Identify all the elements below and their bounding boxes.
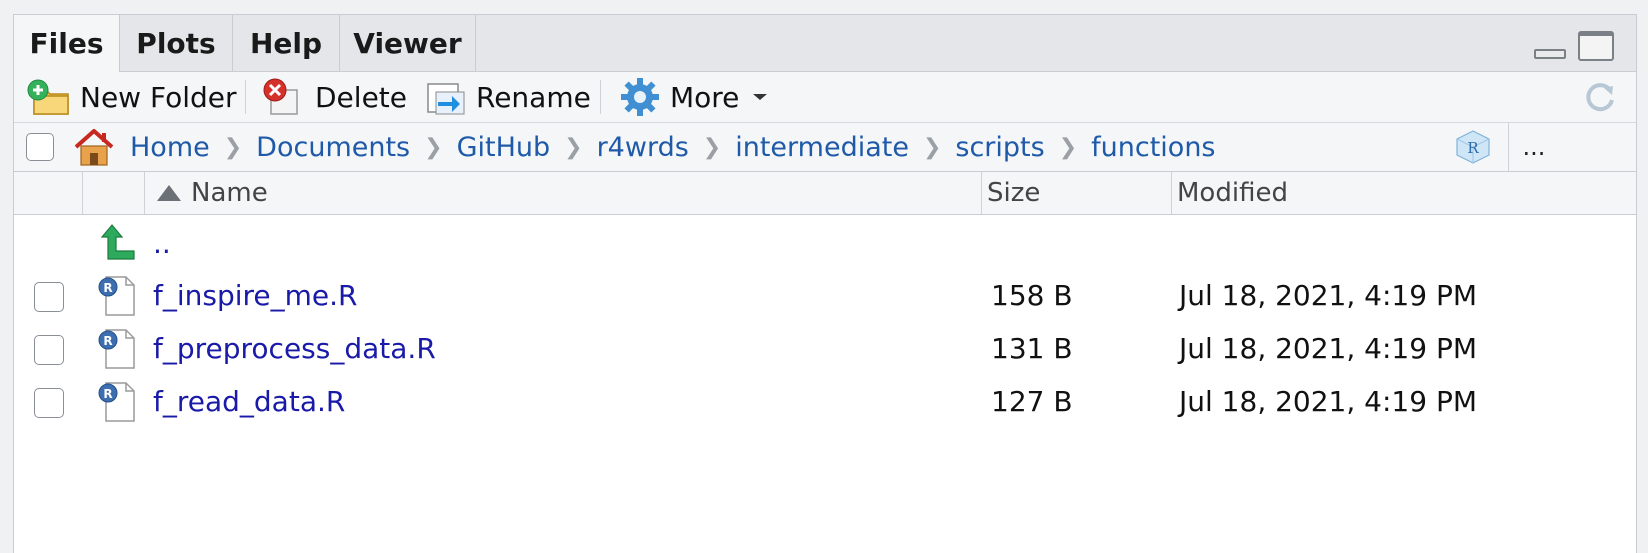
file-modified: Jul 18, 2021, 4:19 PM xyxy=(1179,385,1477,418)
chevron-right-icon: ❯ xyxy=(922,134,942,160)
tab-files[interactable]: Files xyxy=(14,15,120,72)
column-header-size[interactable]: Size xyxy=(987,172,1040,214)
column-header-name-label: Name xyxy=(191,178,268,208)
column-divider xyxy=(144,172,145,214)
maximize-pane-icon[interactable] xyxy=(1578,31,1614,61)
chevron-right-icon: ❯ xyxy=(1058,134,1078,160)
tab-plots[interactable]: Plots xyxy=(120,15,233,71)
breadcrumb-github[interactable]: GitHub xyxy=(457,132,551,163)
more-menu-button[interactable]: More xyxy=(620,72,769,122)
toolbar-divider xyxy=(600,80,601,114)
breadcrumb-bar: Home ❯ Documents ❯ GitHub ❯ r4wrds ❯ int… xyxy=(14,123,1636,172)
svg-text:R: R xyxy=(1467,139,1479,157)
breadcrumb-r4wrds[interactable]: r4wrds xyxy=(597,132,689,163)
breadcrumb: Home ❯ Documents ❯ GitHub ❯ r4wrds ❯ int… xyxy=(72,123,1216,171)
minimize-pane-icon[interactable] xyxy=(1534,49,1566,59)
file-name-link[interactable]: f_read_data.R xyxy=(153,375,345,428)
breadcrumb-functions[interactable]: functions xyxy=(1091,132,1215,163)
go-up-arrow-icon xyxy=(100,224,135,260)
column-header-modified[interactable]: Modified xyxy=(1177,172,1288,214)
chevron-right-icon: ❯ xyxy=(424,134,443,160)
delete-label: Delete xyxy=(315,80,407,114)
breadcrumb-scripts[interactable]: scripts xyxy=(955,132,1044,163)
pane-tab-bar: Files Plots Help Viewer xyxy=(14,15,1636,72)
new-folder-button[interactable]: New Folder xyxy=(26,72,237,122)
tab-help[interactable]: Help xyxy=(233,15,340,71)
chevron-right-icon: ❯ xyxy=(564,134,583,160)
refresh-icon[interactable] xyxy=(1582,80,1618,116)
row-checkbox[interactable] xyxy=(34,282,64,312)
file-list-header: Name Size Modified xyxy=(14,172,1636,215)
r-file-icon: R xyxy=(98,329,135,369)
file-name-link[interactable]: f_inspire_me.R xyxy=(153,269,358,322)
r-project-icon[interactable]: R xyxy=(1454,129,1492,165)
files-pane: Files Plots Help Viewer New Folder Delet… xyxy=(13,14,1637,553)
breadcrumb-home[interactable]: Home xyxy=(130,132,210,163)
row-checkbox[interactable] xyxy=(34,388,64,418)
rename-button[interactable]: Rename xyxy=(424,72,591,122)
column-divider xyxy=(981,172,982,214)
select-all-checkbox[interactable] xyxy=(26,133,54,161)
rename-icon xyxy=(427,83,465,115)
table-row: R f_preprocess_data.R 131 B Jul 18, 2021… xyxy=(14,322,1636,375)
file-size: 131 B xyxy=(991,332,1073,365)
more-path-button[interactable]: ... xyxy=(1508,123,1559,171)
file-size: 158 B xyxy=(991,279,1073,312)
svg-text:R: R xyxy=(103,334,112,348)
svg-text:R: R xyxy=(103,387,112,401)
new-folder-label: New Folder xyxy=(80,80,237,114)
file-modified: Jul 18, 2021, 4:19 PM xyxy=(1179,279,1477,312)
toolbar-divider xyxy=(245,80,246,114)
rename-label: Rename xyxy=(476,80,591,114)
file-modified: Jul 18, 2021, 4:19 PM xyxy=(1179,332,1477,365)
chevron-right-icon: ❯ xyxy=(223,134,243,160)
column-divider xyxy=(1171,172,1172,214)
home-icon[interactable] xyxy=(72,127,116,167)
parent-directory-row[interactable]: .. xyxy=(14,217,1636,270)
column-header-name[interactable]: Name xyxy=(157,172,268,214)
gear-icon xyxy=(621,78,659,116)
chevron-down-icon xyxy=(753,94,768,100)
new-folder-icon xyxy=(27,79,69,115)
delete-button[interactable]: Delete xyxy=(261,72,407,122)
file-size: 127 B xyxy=(991,385,1073,418)
files-toolbar: New Folder Delete Rename More xyxy=(14,72,1636,123)
sort-ascending-icon xyxy=(157,185,181,201)
r-file-icon: R xyxy=(98,276,135,316)
delete-icon xyxy=(263,78,298,115)
r-file-icon: R xyxy=(98,382,135,422)
table-row: R f_inspire_me.R 158 B Jul 18, 2021, 4:1… xyxy=(14,269,1636,322)
chevron-right-icon: ❯ xyxy=(702,134,722,160)
row-checkbox[interactable] xyxy=(34,335,64,365)
file-name-link[interactable]: f_preprocess_data.R xyxy=(153,322,436,375)
svg-text:R: R xyxy=(103,281,112,295)
column-divider xyxy=(82,172,83,214)
table-row: R f_read_data.R 127 B Jul 18, 2021, 4:19… xyxy=(14,375,1636,428)
breadcrumb-documents[interactable]: Documents xyxy=(256,132,410,163)
more-label: More xyxy=(670,80,740,114)
breadcrumb-intermediate[interactable]: intermediate xyxy=(735,132,909,163)
tab-viewer[interactable]: Viewer xyxy=(340,15,476,71)
parent-directory-link[interactable]: .. xyxy=(153,217,171,270)
